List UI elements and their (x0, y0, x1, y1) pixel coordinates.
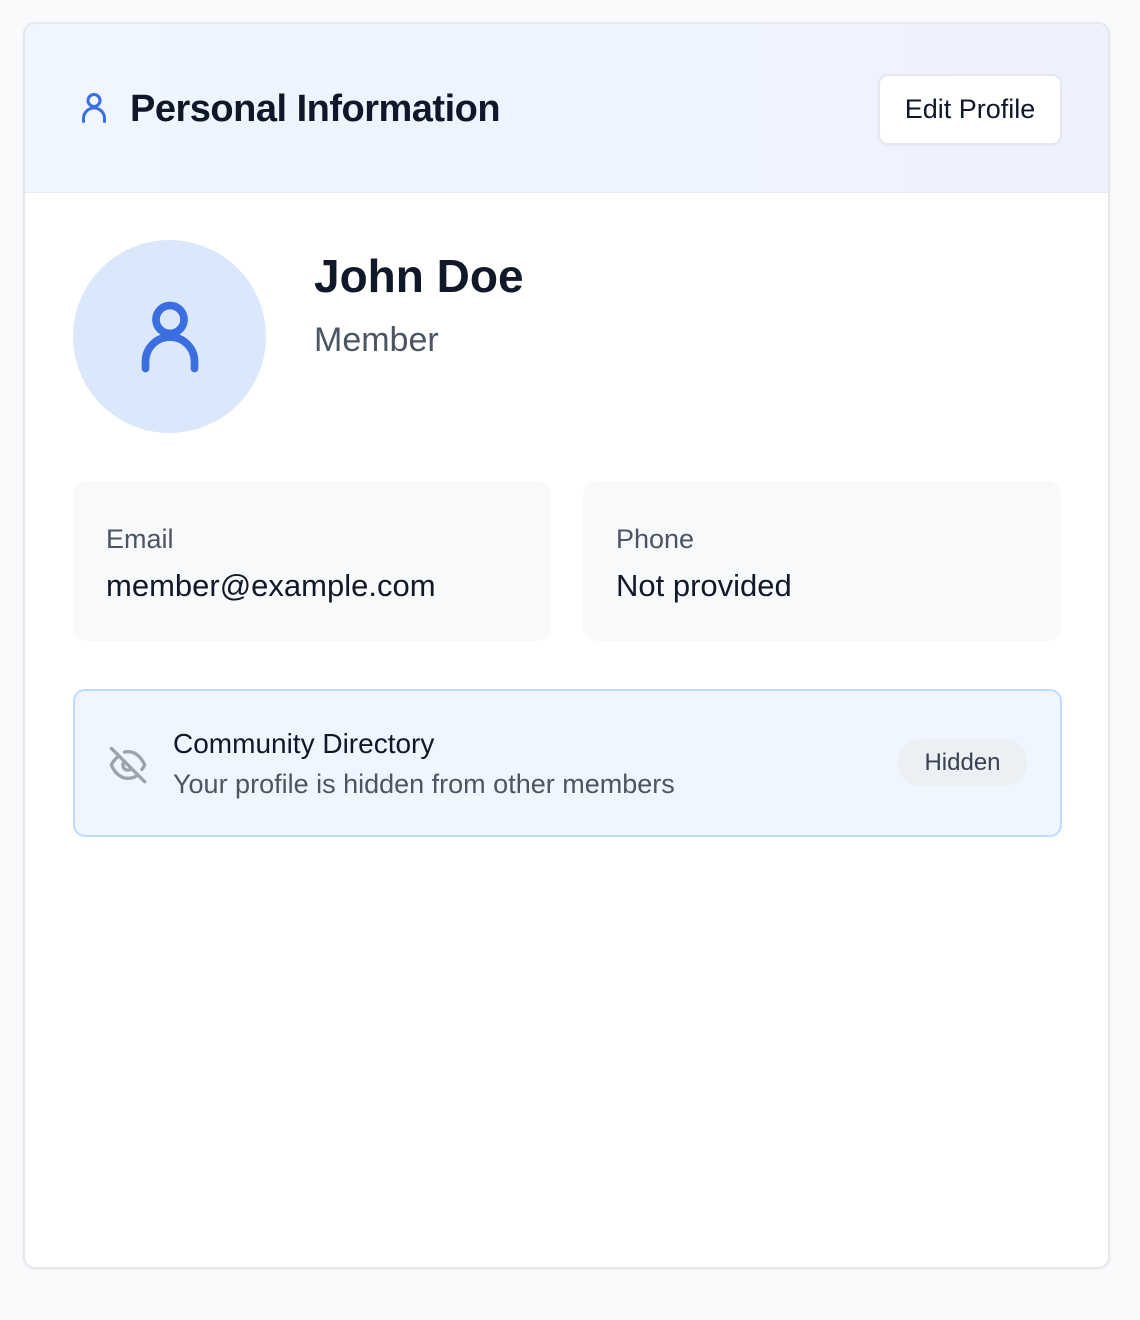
phone-info-box: Phone Not provided (583, 481, 1061, 641)
profile-role: Member (314, 321, 439, 359)
personal-information-card: Personal Information Edit Profile John D… (23, 22, 1110, 1269)
email-value: member@example.com (106, 568, 436, 603)
email-label: Email (106, 524, 174, 554)
user-icon (82, 93, 106, 123)
phone-value: Not provided (616, 568, 792, 603)
community-directory-panel: Community Directory Your profile is hidd… (73, 689, 1062, 837)
avatar (73, 240, 266, 433)
phone-label: Phone (616, 524, 695, 554)
status-badge: Hidden (898, 739, 1027, 786)
card-header: Personal Information Edit Profile (25, 24, 1108, 193)
email-info-box: Email member@example.com (73, 481, 551, 641)
eye-off-icon (109, 746, 147, 784)
directory-title: Community Directory (173, 728, 435, 759)
card-title: Personal Information (130, 88, 501, 130)
profile-name: John Doe (314, 250, 524, 302)
edit-profile-button[interactable]: Edit Profile (878, 74, 1062, 145)
user-icon (141, 301, 198, 372)
directory-description: Your profile is hidden from other member… (173, 769, 675, 799)
